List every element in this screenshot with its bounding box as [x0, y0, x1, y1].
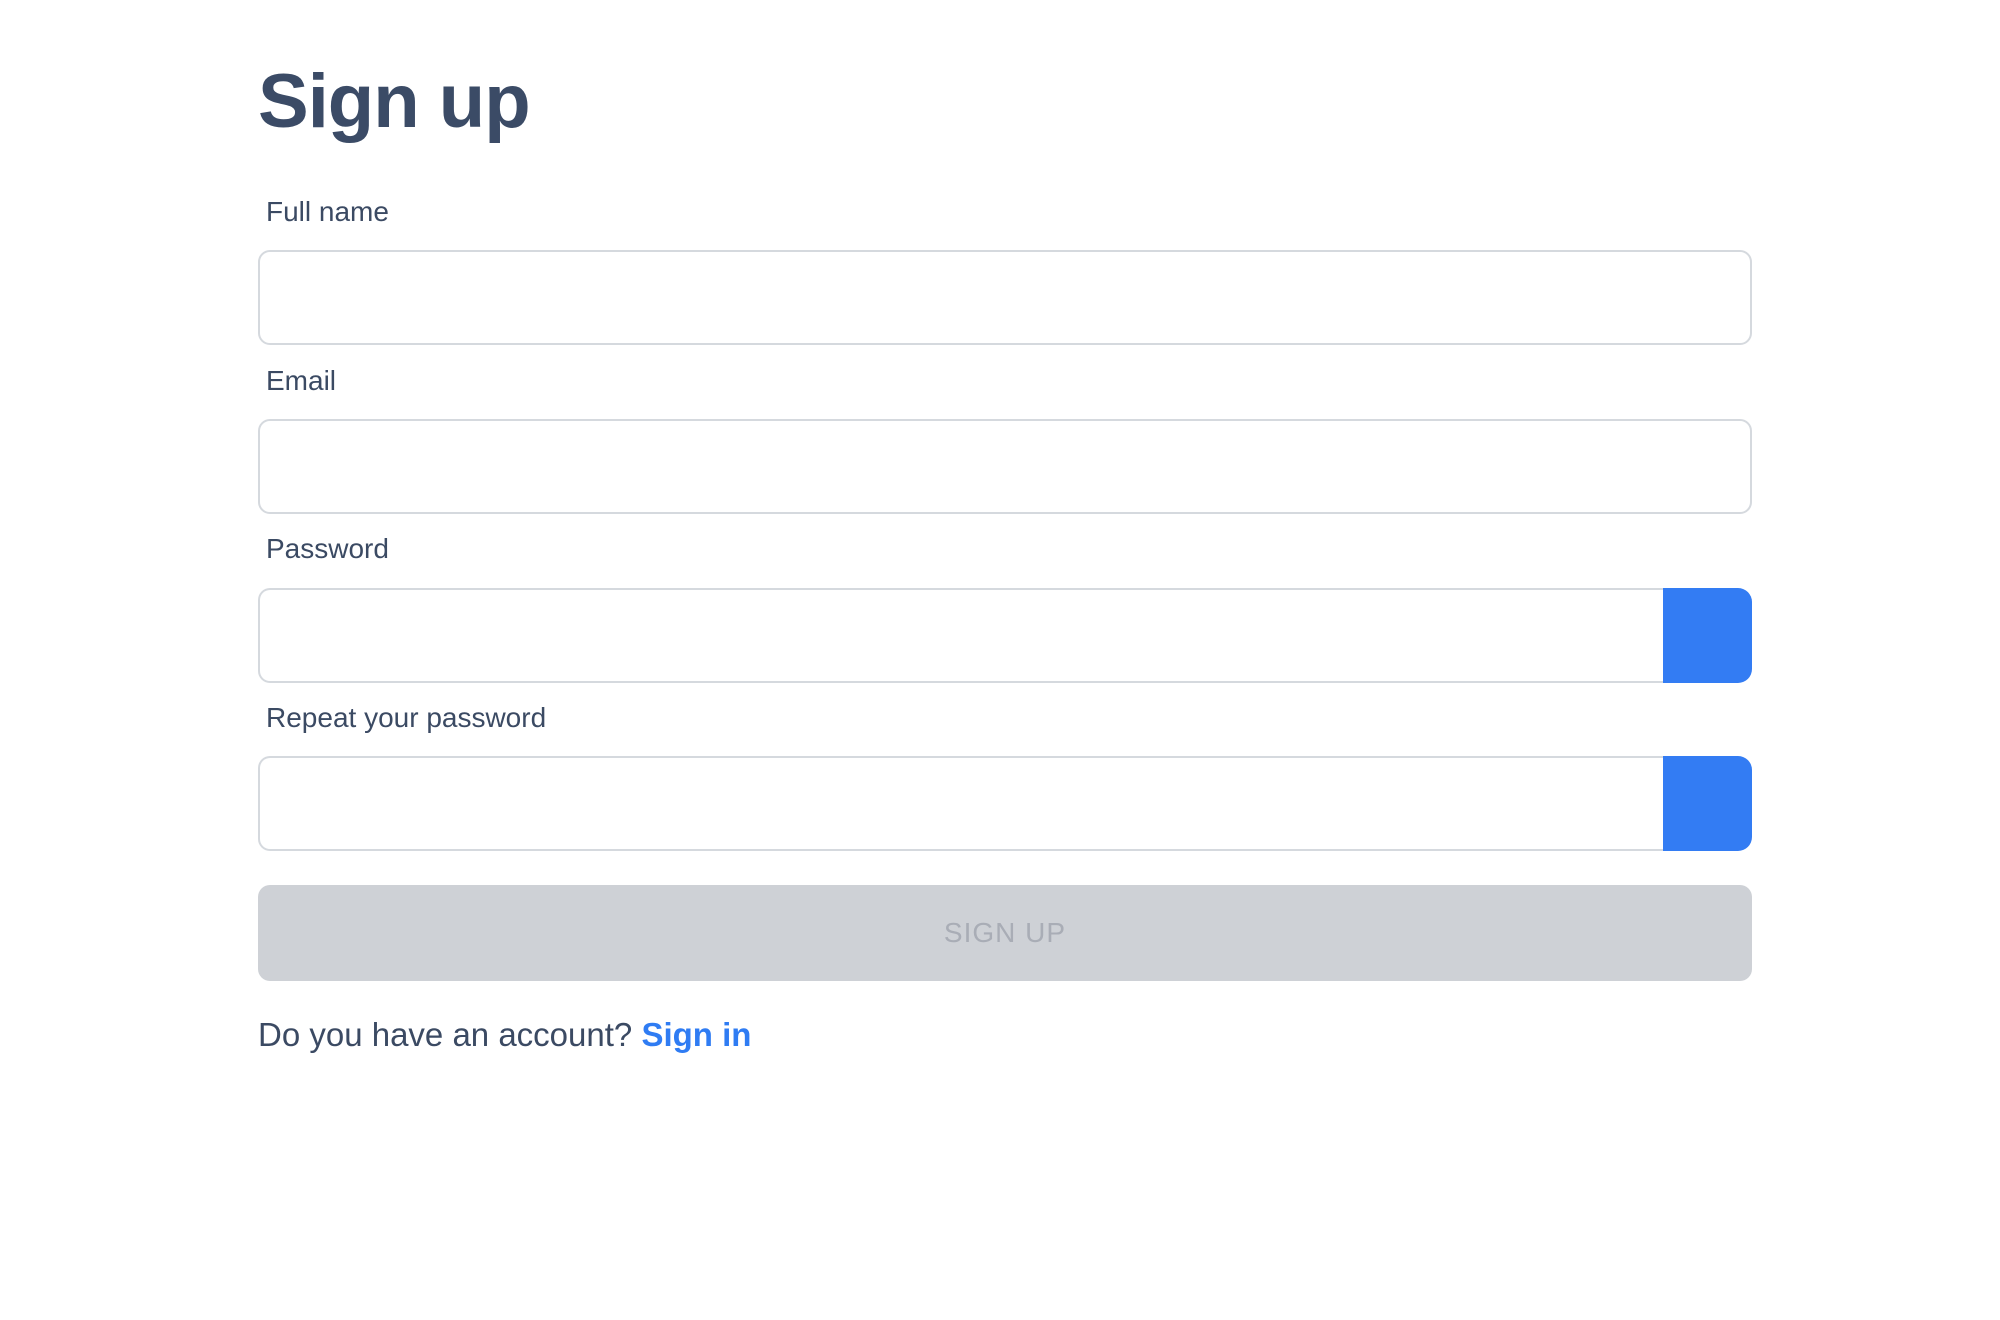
- sign-up-button[interactable]: SIGN UP: [258, 885, 1752, 981]
- repeat-password-label: Repeat your password: [266, 702, 547, 733]
- full-name-input[interactable]: [258, 250, 1752, 345]
- sign-in-link[interactable]: Sign in: [641, 1016, 751, 1053]
- page-title: Sign up: [258, 59, 531, 144]
- password-visibility-toggle-button[interactable]: [1663, 588, 1752, 683]
- full-name-label: Full name: [266, 196, 389, 227]
- password-label: Password: [266, 533, 389, 564]
- signin-prompt-text: Do you have an account?: [258, 1016, 633, 1053]
- email-input[interactable]: [258, 419, 1752, 514]
- signin-prompt: Do you have an account? Sign in: [258, 1016, 751, 1054]
- password-input[interactable]: [258, 588, 1664, 683]
- email-label: Email: [266, 365, 337, 396]
- repeat-password-visibility-toggle-button[interactable]: [1663, 756, 1752, 851]
- repeat-password-input[interactable]: [258, 756, 1664, 851]
